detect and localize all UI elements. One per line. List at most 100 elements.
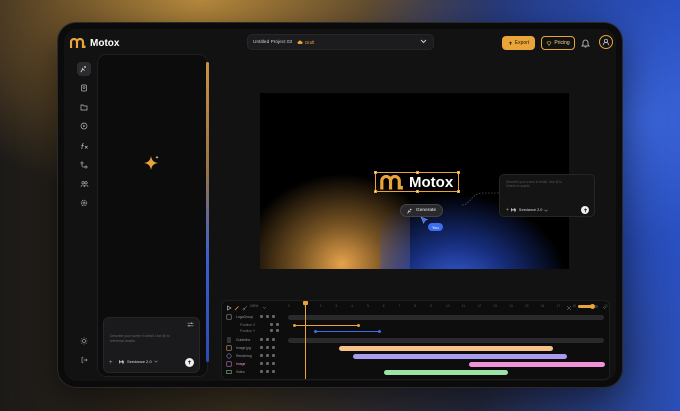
mini-model-label: Seedance 2.0 xyxy=(518,208,543,212)
tick-label: 12 xyxy=(477,304,482,308)
clip-bar[interactable] xyxy=(469,361,605,367)
tick-label: 9 xyxy=(430,304,432,308)
sidebar-item-theme[interactable] xyxy=(77,334,91,348)
video-icon xyxy=(226,370,232,374)
keyframe[interactable] xyxy=(314,329,317,333)
chevron-down-icon xyxy=(154,360,158,363)
sidebar-item-logout[interactable] xyxy=(77,353,91,367)
model-logo-icon xyxy=(511,208,516,212)
keyframe-line xyxy=(315,331,379,332)
sparkle-icon xyxy=(144,155,159,170)
magnet-icon[interactable] xyxy=(566,305,572,311)
resize-handle[interactable] xyxy=(374,171,377,174)
project-selector[interactable]: Untitled Project 03 Draft xyxy=(247,34,434,50)
playhead[interactable] xyxy=(303,301,308,379)
app-logo[interactable]: Motox xyxy=(70,38,119,49)
draft-badge: Draft xyxy=(297,40,314,45)
track-label: Image xyxy=(236,362,246,366)
motox-logo-icon xyxy=(380,174,403,190)
track-row[interactable]: Image xyxy=(222,361,609,367)
track-label: Rendering xyxy=(236,354,252,358)
mini-model-selector[interactable]: + Seedance 2.0 xyxy=(506,207,549,213)
add-attachment-button[interactable]: + xyxy=(506,207,509,213)
track-row[interactable]: Video xyxy=(222,369,609,375)
resize-handle[interactable] xyxy=(457,190,460,193)
track-controls[interactable] xyxy=(260,362,275,365)
nodes-icon xyxy=(80,161,88,169)
track-row[interactable]: Rendering xyxy=(222,353,609,359)
arrow-up-icon xyxy=(583,207,587,212)
tick-label: 6 xyxy=(382,304,385,308)
sidebar-item-assets[interactable] xyxy=(77,81,91,95)
track-row[interactable]: Guideline xyxy=(222,337,609,343)
tick-label: 3 xyxy=(335,304,338,308)
track-controls[interactable] xyxy=(270,329,279,332)
timeline-zoom-value[interactable]: 100% xyxy=(250,304,258,308)
cursor-label: You xyxy=(428,223,443,231)
chevron-down-icon[interactable] xyxy=(420,39,427,44)
sliders-icon[interactable] xyxy=(187,322,194,327)
mini-prompt-placeholder[interactable]: Describe your scene in detail. Use @ to … xyxy=(506,180,566,188)
sidebar-item-folder[interactable] xyxy=(77,100,91,114)
clip-bar[interactable] xyxy=(353,353,567,359)
track-row[interactable]: Position Y xyxy=(222,328,609,334)
cut-icon[interactable] xyxy=(242,305,248,311)
resize-handle[interactable] xyxy=(374,190,377,193)
team-icon xyxy=(80,181,88,188)
zoom-slider-knob[interactable] xyxy=(590,304,595,309)
logout-icon xyxy=(81,357,88,363)
play-icon[interactable] xyxy=(226,305,232,311)
gear-icon xyxy=(80,199,88,207)
clip-bar[interactable] xyxy=(339,345,553,351)
tick-label: 15 xyxy=(524,304,529,308)
mini-send-button[interactable] xyxy=(581,206,589,214)
track-row[interactable]: Image.jpg xyxy=(222,345,609,351)
tick-label: 0 xyxy=(288,304,290,308)
prompt-placeholder[interactable]: Describe your scene in detail. Use @ to … xyxy=(110,334,180,343)
sidebar-item-media[interactable] xyxy=(77,119,91,133)
export-button[interactable]: Export xyxy=(502,36,535,50)
keyframe-line xyxy=(294,325,358,326)
sidebar-item-generate[interactable] xyxy=(77,62,91,76)
model-selector[interactable]: Seedance 2.0 xyxy=(119,359,158,364)
track-label: Position Y xyxy=(240,329,256,333)
send-button[interactable] xyxy=(185,358,194,367)
track-controls[interactable] xyxy=(260,370,275,373)
keyframe[interactable] xyxy=(357,323,360,327)
keyframe[interactable] xyxy=(293,323,296,327)
timeline-zoom-slider[interactable] xyxy=(578,304,598,309)
track-controls[interactable] xyxy=(260,346,275,349)
sidebar-item-team[interactable] xyxy=(77,177,91,191)
app-window: Motox Untitled Project 03 Draft Export P… xyxy=(64,29,616,381)
avatar-button[interactable] xyxy=(599,35,613,49)
bell-icon[interactable] xyxy=(581,38,590,48)
track-controls[interactable] xyxy=(270,323,279,326)
chevron-down-icon[interactable] xyxy=(602,305,607,310)
track-controls[interactable] xyxy=(260,315,275,318)
chevron-down-icon[interactable] xyxy=(262,305,267,310)
track-controls[interactable] xyxy=(260,338,275,341)
pen-tool-icon[interactable] xyxy=(234,305,240,311)
app-name: Motox xyxy=(90,38,120,49)
render-icon xyxy=(226,353,232,359)
keyframe[interactable] xyxy=(378,329,381,333)
tick-label: 11 xyxy=(461,304,466,308)
resize-handle[interactable] xyxy=(457,171,460,174)
track-bar[interactable] xyxy=(288,314,604,320)
timeline-panel[interactable]: 100% 0 1 2 3 4 5 6 7 8 9 10 11 12 13 14 … xyxy=(221,300,610,380)
timeline-ruler[interactable]: 0 1 2 3 4 5 6 7 8 9 10 11 12 13 14 15 16… xyxy=(288,304,609,308)
sidebar-item-settings[interactable] xyxy=(77,196,91,210)
prompt-composer[interactable]: Describe your scene in detail. Use @ to … xyxy=(103,317,200,373)
sidebar-item-nodes[interactable] xyxy=(77,158,91,172)
pricing-button[interactable]: Pricing xyxy=(541,36,575,50)
mini-prompt-card[interactable]: Describe your scene in detail. Use @ to … xyxy=(499,174,595,217)
tick-label: 7 xyxy=(398,304,401,308)
clip-bar[interactable] xyxy=(384,369,508,375)
connector-line xyxy=(462,192,502,206)
track-bar[interactable] xyxy=(288,337,604,343)
track-controls[interactable] xyxy=(260,354,275,357)
track-row[interactable]: LogoGroup xyxy=(222,314,609,320)
sidebar-item-function[interactable] xyxy=(77,139,91,153)
add-attachment-button[interactable]: + xyxy=(109,360,113,366)
canvas-logo[interactable]: Motox xyxy=(379,174,453,191)
